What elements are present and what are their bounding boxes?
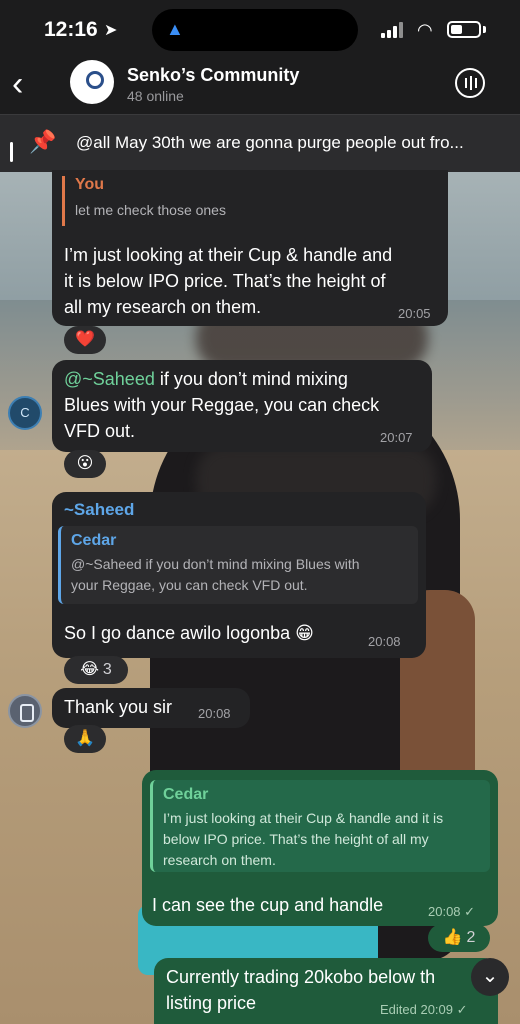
message-text-line: @~Saheed if you don’t mind mixing: [64, 369, 348, 389]
location-arrow-icon: ➤: [104, 22, 118, 39]
voice-chat-icon[interactable]: [455, 68, 485, 98]
reaction-count: 3: [102, 661, 112, 678]
message-text: So I go dance awilo logonba 😁: [64, 623, 314, 643]
message-bubble[interactable]: ~Saheed Cedar @~Saheed if you don’t mind…: [52, 492, 426, 658]
message-bubble[interactable]: You let me check those ones I’m just loo…: [52, 170, 448, 326]
reply-quote[interactable]: You let me check those ones: [62, 176, 438, 226]
message-text-line: Blues with your Reggae, you can check: [64, 395, 380, 415]
message-time: 20:08: [368, 634, 401, 649]
status-bar: 12:16 ➤ ▲ ◠: [0, 0, 520, 56]
reply-quote[interactable]: Cedar I’m just looking at their Cup & ha…: [150, 780, 490, 872]
message-text-line: all my research on them.: [64, 297, 262, 317]
status-time: 12:16: [44, 18, 98, 41]
message-text: Thank you sir: [64, 697, 173, 717]
reply-text: let me check those ones: [75, 202, 226, 218]
message-text-line: it is below IPO price. That’s the height…: [64, 271, 386, 291]
group-avatar[interactable]: [70, 60, 114, 104]
navigation-icon: ▲: [166, 19, 184, 39]
message-time: 20:08: [198, 706, 231, 721]
reaction-count: 2: [466, 929, 476, 946]
heart-reaction-icon: ❤️: [75, 331, 95, 348]
message-text-line: listing price: [166, 993, 257, 1013]
message-text-line: VFD out.: [64, 421, 136, 441]
surprised-reaction-icon: 😮: [76, 455, 94, 472]
pray-reaction-icon: 🙏: [75, 730, 95, 747]
reply-text: below IPO price. That’s the height of al…: [163, 831, 429, 847]
cellular-signal-icon: [381, 22, 407, 38]
message-text-line: I’m just looking at their Cup & handle a…: [64, 245, 393, 265]
message-time: Edited 20:09 ✓: [380, 1002, 468, 1017]
message-time: 20:07: [380, 430, 413, 445]
chevron-down-icon: ⌄: [481, 965, 499, 987]
reaction-chip[interactable]: 😂 3: [64, 656, 128, 684]
message-bubble-outgoing[interactable]: Cedar I’m just looking at their Cup & ha…: [142, 770, 498, 926]
chat-header: ‹ Senko’s Community 48 online: [0, 56, 520, 114]
dynamic-island: ▲: [152, 9, 358, 51]
pin-icon: 📌: [29, 129, 57, 154]
avatar[interactable]: [8, 694, 42, 728]
sender-name[interactable]: ~Saheed: [64, 500, 134, 520]
message-text-line: Currently trading 20kobo below th: [166, 967, 436, 987]
message-time: 20:05: [398, 306, 431, 321]
pinned-message-text: @all May 30th we are gonna purge people …: [76, 133, 464, 152]
reply-text: @~Saheed if you don’t mind mixing Blues …: [71, 556, 360, 572]
online-count: 48 online: [127, 88, 184, 104]
reaction-chip[interactable]: 👍 2: [428, 924, 490, 952]
reply-text: I’m just looking at their Cup & handle a…: [163, 810, 444, 826]
message-bubble[interactable]: @~Saheed if you don’t mind mixing Blues …: [52, 360, 432, 452]
back-button[interactable]: ‹: [12, 65, 23, 104]
mention-link[interactable]: @~Saheed: [64, 369, 155, 389]
chat-title[interactable]: Senko’s Community: [127, 65, 299, 86]
avatar[interactable]: C: [8, 396, 42, 430]
reply-text: research on them.: [163, 852, 276, 868]
laughing-reaction-icon: 😂: [80, 661, 99, 678]
thumbs-up-reaction-icon: 👍: [442, 929, 463, 946]
reaction-chip[interactable]: 😮: [64, 450, 106, 478]
reaction-chip[interactable]: 🙏: [64, 725, 106, 753]
wifi-icon: ◠: [417, 20, 433, 40]
reply-quote[interactable]: Cedar @~Saheed if you don’t mind mixing …: [58, 526, 418, 604]
reply-text: your Reggae, you can check VFD out.: [71, 577, 308, 593]
reply-sender: You: [75, 176, 105, 193]
reply-sender: Cedar: [163, 786, 209, 803]
scroll-down-button[interactable]: ⌄: [471, 958, 509, 996]
message-time: 20:08 ✓: [428, 904, 476, 919]
message-bubble-outgoing[interactable]: Currently trading 20kobo below th listin…: [154, 958, 498, 1024]
battery-icon: [447, 21, 481, 38]
reply-sender: Cedar: [71, 532, 117, 549]
message-bubble[interactable]: Thank you sir 20:08: [52, 688, 250, 728]
pinned-message-bar[interactable]: 📌 @all May 30th we are gonna purge peopl…: [0, 114, 520, 172]
message-text: I can see the cup and handle: [152, 895, 384, 915]
reaction-chip[interactable]: ❤️: [64, 326, 106, 354]
